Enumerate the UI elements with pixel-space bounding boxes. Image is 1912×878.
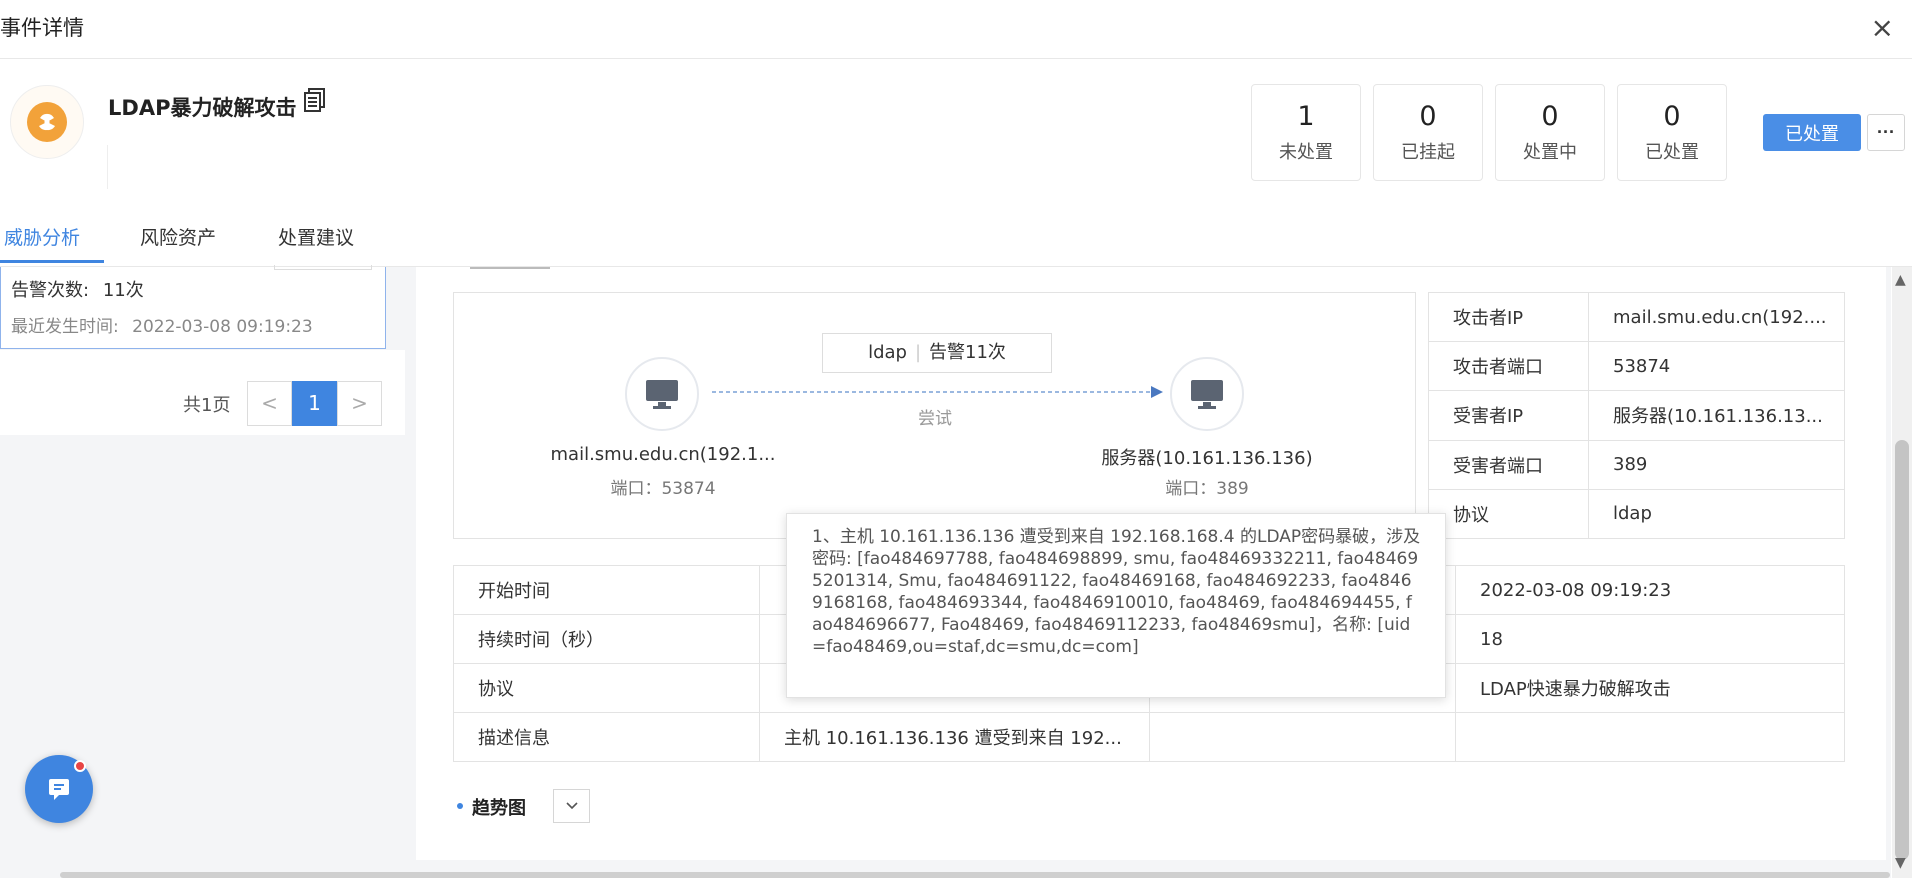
pager-total: 共1页 (183, 395, 231, 416)
trend-label: 趋势图 (472, 798, 526, 819)
kv-key: 攻击者端口 (1428, 341, 1589, 392)
radiation-icon (27, 102, 67, 142)
detail-label: 协议 (453, 663, 760, 713)
kv-key: 受害者IP (1428, 390, 1589, 441)
notification-badge (74, 760, 86, 772)
alert-count-value: 11次 (102, 280, 144, 301)
scroll-down-icon[interactable]: ▼ (1895, 855, 1906, 871)
header-divider (0, 58, 1912, 59)
kv-key: 协议 (1428, 488, 1589, 540)
monitor-icon (646, 380, 678, 409)
monitor-icon (1191, 380, 1223, 409)
scroll-up-icon[interactable]: ▲ (1895, 272, 1906, 288)
table-row: 攻击者端口 53874 (1428, 341, 1845, 392)
alert-card-button[interactable] (274, 265, 372, 270)
source-port: 端口：53874 (610, 479, 716, 499)
stat-suspended[interactable]: 0 已挂起 (1373, 84, 1483, 181)
edge-label: ldap | 告警11次 (822, 333, 1052, 373)
stat-value: 0 (1419, 101, 1437, 132)
kv-value: 53874 (1588, 341, 1845, 392)
stat-handled[interactable]: 0 已处置 (1617, 84, 1727, 181)
detail-label: 持续时间（秒） (453, 614, 760, 664)
close-button[interactable]: × (1871, 14, 1894, 42)
chat-icon (49, 779, 69, 800)
kv-key: 受害者端口 (1428, 439, 1589, 490)
edge-protocol: ldap (868, 342, 907, 363)
kv-value: 389 (1588, 439, 1845, 490)
edge-alert-count: 告警11次 (929, 342, 1006, 363)
event-title: LDAP暴力破解攻击 (108, 96, 297, 120)
stat-label: 未处置 (1279, 142, 1333, 163)
copy-icon[interactable] (304, 88, 326, 112)
pager-next-button[interactable]: > (337, 381, 382, 426)
kv-value: mail.smu.edu.cn(192.... (1588, 291, 1845, 343)
detail-value: 2022-03-08 09:19:23 (1455, 565, 1845, 615)
stat-unhandled[interactable]: 1 未处置 (1251, 84, 1361, 181)
trend-expand-button[interactable] (553, 789, 590, 823)
detail-value: 18 (1455, 614, 1845, 664)
tab-threat-analysis[interactable]: 威胁分析 (4, 223, 80, 250)
pager-prev-button[interactable]: < (247, 381, 292, 426)
description-tooltip: 1、主机 10.161.136.136 遭受到来自 192.168.168.4 … (786, 513, 1446, 698)
horizontal-scrollbar[interactable] (60, 872, 1890, 878)
tab-risk-assets[interactable]: 风险资产 (140, 223, 216, 250)
attack-arrow (712, 386, 1163, 398)
detail-description[interactable]: 主机 10.161.136.136 遭受到来自 192... (759, 712, 1150, 762)
detail-value: LDAP快速暴力破解攻击 (1455, 663, 1845, 713)
target-node[interactable] (1170, 357, 1244, 431)
kv-value: 服务器(10.161.136.13... (1588, 390, 1845, 441)
trend-bullet (457, 803, 463, 809)
detail-label: 开始时间 (453, 565, 760, 615)
last-time-label: 最近发生时间: (11, 317, 119, 337)
table-row: 攻击者IP mail.smu.edu.cn(192.... (1428, 291, 1845, 343)
source-node[interactable] (625, 357, 699, 431)
section-heading-partial (470, 259, 550, 269)
last-time-value: 2022-03-08 09:19:23 (132, 317, 313, 337)
more-button[interactable]: ··· (1867, 114, 1905, 151)
kv-key: 攻击者IP (1428, 291, 1589, 343)
target-label: 服务器(10.161.136.136) (1101, 448, 1313, 469)
detail-value (1455, 712, 1845, 762)
subtitle-divider (107, 145, 108, 189)
stat-label: 已处置 (1645, 142, 1699, 163)
detail-label (1149, 712, 1456, 762)
source-label: mail.smu.edu.cn(192.1... (550, 444, 776, 465)
scrollbar-thumb[interactable] (1895, 440, 1909, 860)
stat-value: 1 (1297, 101, 1315, 132)
edge-action: 尝试 (918, 409, 952, 429)
detail-label: 描述信息 (453, 712, 760, 762)
tab-disposal-advice[interactable]: 处置建议 (278, 223, 354, 250)
event-type-icon (10, 85, 84, 159)
stat-value: 0 (1663, 101, 1681, 132)
stat-label: 处置中 (1523, 142, 1577, 163)
active-tab-indicator (0, 260, 104, 263)
stat-value: 0 (1541, 101, 1559, 132)
alert-card[interactable]: 告警次数: 11次 最近发生时间: 2022-03-08 09:19:23 (0, 265, 386, 349)
page-title: 事件详情 (0, 16, 84, 40)
stat-in-progress[interactable]: 0 处置中 (1495, 84, 1605, 181)
handled-button[interactable]: 已处置 (1763, 114, 1861, 151)
table-row: 描述信息 主机 10.161.136.136 遭受到来自 192... (453, 712, 1845, 762)
target-port: 端口：389 (1165, 479, 1249, 499)
stat-label: 已挂起 (1401, 142, 1455, 163)
table-row: 受害者端口 389 (1428, 439, 1845, 490)
table-row: 受害者IP 服务器(10.161.136.13... (1428, 390, 1845, 441)
attack-info-table: 攻击者IP mail.smu.edu.cn(192.... 攻击者端口 5387… (1428, 291, 1845, 540)
table-row: 协议 ldap (1428, 488, 1845, 540)
chevron-down-icon (565, 802, 578, 810)
pager-page-1[interactable]: 1 (292, 381, 337, 426)
alert-count-label: 告警次数: (11, 280, 90, 301)
kv-value: ldap (1588, 488, 1845, 540)
